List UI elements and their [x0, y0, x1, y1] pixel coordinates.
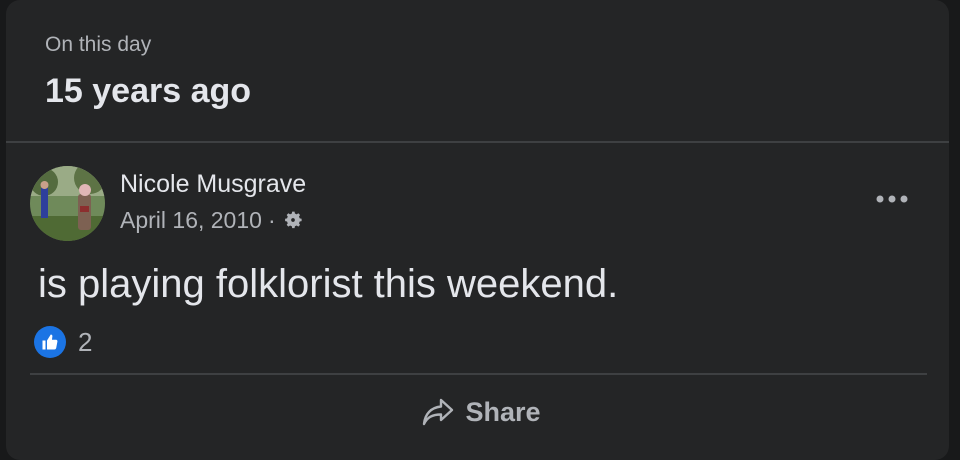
- thumbs-up-icon: [34, 326, 66, 358]
- post-text: is playing folklorist this weekend.: [38, 262, 619, 306]
- post-author-block: Nicole Musgrave April 16, 2010 ·: [120, 168, 306, 234]
- avatar[interactable]: [30, 166, 105, 241]
- memory-title: 15 years ago: [45, 72, 252, 110]
- more-options-icon: [876, 195, 908, 203]
- gear-icon[interactable]: [282, 209, 304, 231]
- share-label: Share: [465, 397, 541, 427]
- reaction-count: 2: [78, 327, 93, 357]
- post-meta: April 16, 2010 ·: [120, 206, 306, 234]
- more-options-button[interactable]: [872, 186, 912, 212]
- memory-eyebrow: On this day: [45, 33, 152, 56]
- author-name[interactable]: Nicole Musgrave: [120, 168, 306, 200]
- memory-header: On this day 15 years ago: [45, 30, 251, 111]
- share-button[interactable]: Share: [406, 390, 556, 434]
- reactions-summary[interactable]: 2: [34, 326, 92, 358]
- meta-separator: ·: [267, 207, 276, 233]
- actions-divider: [30, 373, 927, 375]
- header-divider: [6, 141, 949, 143]
- avatar-photo: [30, 166, 105, 241]
- share-arrow-icon: [421, 397, 455, 427]
- post-date[interactable]: April 16, 2010: [120, 206, 262, 234]
- memory-card: On this day 15 years ago Nicole Musgrave…: [6, 0, 949, 460]
